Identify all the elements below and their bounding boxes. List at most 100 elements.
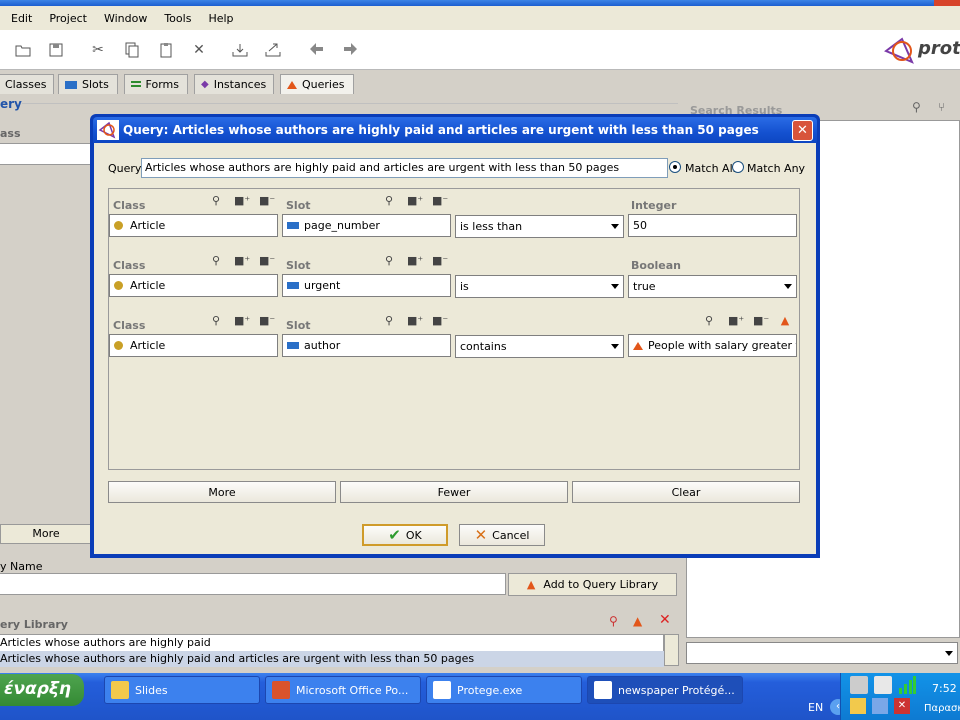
add-icon[interactable]: ■⁺ <box>234 254 250 268</box>
start-button[interactable]: έναρξη <box>0 674 84 706</box>
results-combo[interactable] <box>686 642 958 664</box>
find-icon[interactable]: ⚲ <box>382 314 396 328</box>
clear-button[interactable]: Clear <box>572 481 800 503</box>
copy-icon[interactable] <box>124 42 140 58</box>
remove-icon[interactable]: ■⁻ <box>432 194 448 208</box>
value-input[interactable]: 50 <box>628 214 797 237</box>
scrollbar[interactable] <box>664 634 679 666</box>
class-label: Class <box>113 259 146 272</box>
back-arrow-icon[interactable] <box>309 42 325 58</box>
find-icon[interactable]: ⚲ <box>209 314 223 328</box>
more-button[interactable]: More <box>108 481 336 503</box>
remove-icon[interactable]: ■⁻ <box>259 254 275 268</box>
query-name-input[interactable] <box>0 573 506 595</box>
class-field[interactable]: Article <box>109 274 278 297</box>
alert-icon[interactable]: ✕ <box>894 698 910 714</box>
list-item[interactable]: Articles whose authors are highly paid a… <box>0 651 664 667</box>
operator-value: is less than <box>460 220 523 233</box>
query-library-list: Articles whose authors are highly paid A… <box>0 634 664 667</box>
fewer-button[interactable]: Fewer <box>340 481 568 503</box>
slot-field[interactable]: page_number <box>282 214 451 237</box>
remove-icon[interactable]: ■⁻ <box>432 254 448 268</box>
tab-label: Slots <box>82 78 109 91</box>
boolean-select[interactable]: true <box>628 275 797 298</box>
language-indicator[interactable]: EN <box>808 701 823 714</box>
tab-instances[interactable]: ◆ Instances <box>194 74 274 94</box>
tab-queries[interactable]: Queries <box>280 74 354 94</box>
class-field[interactable] <box>0 143 98 165</box>
add-icon[interactable]: ■⁺ <box>234 194 250 208</box>
delete-icon[interactable]: ✕ <box>191 42 207 58</box>
query-icon[interactable]: ▲ <box>778 314 792 328</box>
query-description-input[interactable]: Articles whose authors are highly paid a… <box>141 158 668 178</box>
remove-icon[interactable]: ■⁻ <box>753 314 769 328</box>
slot-field[interactable]: urgent <box>282 274 451 297</box>
tab-forms[interactable]: Forms <box>124 74 188 94</box>
delete-query-icon[interactable]: ✕ <box>659 612 671 628</box>
find-icon[interactable]: ⚲ <box>209 194 223 208</box>
chevron-down-icon <box>945 651 953 656</box>
printer-icon[interactable] <box>874 676 892 694</box>
task-powerpoint[interactable]: Microsoft Office Po... <box>265 676 421 704</box>
remove-icon[interactable]: ■⁻ <box>259 194 275 208</box>
search-icon[interactable]: ⚲ <box>912 100 921 114</box>
add-query-icon: ▲ <box>526 578 536 591</box>
tab-label: Instances <box>213 78 267 91</box>
network-icon[interactable] <box>850 676 868 694</box>
paste-icon[interactable] <box>158 42 174 58</box>
value-text: People with salary greater th··· <box>648 339 796 352</box>
menu-help[interactable]: Help <box>208 12 233 25</box>
find-icon[interactable]: ⚲ <box>382 254 396 268</box>
export-icon[interactable] <box>265 42 281 58</box>
ok-button[interactable]: ✔ OK <box>362 524 448 546</box>
forward-arrow-icon[interactable] <box>342 42 358 58</box>
slot-label: Slot <box>286 319 311 332</box>
hierarchy-icon[interactable]: ⑂ <box>938 100 945 114</box>
add-icon[interactable]: ■⁺ <box>728 314 744 328</box>
more-button[interactable]: More <box>0 524 92 544</box>
list-item[interactable]: Articles whose authors are highly paid <box>0 635 664 651</box>
import-icon[interactable] <box>232 42 248 58</box>
operator-select[interactable]: is less than <box>455 215 624 238</box>
tab-classes[interactable]: Classes <box>0 74 54 94</box>
task-newspaper-protege[interactable]: newspaper Protégé... <box>587 676 743 704</box>
cancel-button[interactable]: ✕ Cancel <box>459 524 545 546</box>
match-all-radio[interactable] <box>669 161 681 173</box>
find-icon[interactable]: ⚲ <box>209 254 223 268</box>
operator-select[interactable]: contains <box>455 335 624 358</box>
add-icon[interactable]: ■⁺ <box>407 254 423 268</box>
menu-edit[interactable]: Edit <box>11 12 32 25</box>
find-icon[interactable]: ⚲ <box>382 194 396 208</box>
load-query-icon[interactable]: ▲ <box>633 614 642 628</box>
match-any-radio[interactable] <box>732 161 744 173</box>
operator-select[interactable]: is <box>455 275 624 298</box>
menu-window[interactable]: Window <box>104 12 147 25</box>
menu-tools[interactable]: Tools <box>164 12 191 25</box>
task-protege-exe[interactable]: Protege.exe <box>426 676 582 704</box>
slot-value: author <box>304 339 341 352</box>
add-to-query-library-button[interactable]: ▲ Add to Query Library <box>508 573 677 596</box>
save-icon[interactable] <box>48 42 64 58</box>
monitor-icon[interactable] <box>872 698 888 714</box>
remove-icon[interactable]: ■⁻ <box>432 314 448 328</box>
task-label: Microsoft Office Po... <box>296 683 409 697</box>
class-field[interactable]: Article <box>109 214 278 237</box>
find-query-icon[interactable]: ⚲ <box>609 614 618 628</box>
add-icon[interactable]: ■⁺ <box>234 314 250 328</box>
cut-icon[interactable]: ✂ <box>90 42 106 58</box>
nested-query-field[interactable]: People with salary greater th··· <box>628 334 797 357</box>
add-icon[interactable]: ■⁺ <box>407 314 423 328</box>
slot-field[interactable]: author <box>282 334 451 357</box>
menu-bar: Edit Project Window Tools Help <box>0 6 960 30</box>
folder-icon[interactable] <box>850 698 866 714</box>
add-icon[interactable]: ■⁺ <box>407 194 423 208</box>
open-folder-icon[interactable] <box>15 42 31 58</box>
menu-project[interactable]: Project <box>49 12 87 25</box>
tab-slots[interactable]: Slots <box>58 74 118 94</box>
class-field[interactable]: Article <box>109 334 278 357</box>
remove-icon[interactable]: ■⁻ <box>259 314 275 328</box>
find-icon[interactable]: ⚲ <box>702 314 716 328</box>
task-slides[interactable]: Slides <box>104 676 260 704</box>
signal-icon[interactable] <box>898 676 916 694</box>
dialog-close-button[interactable]: ✕ <box>792 120 813 141</box>
